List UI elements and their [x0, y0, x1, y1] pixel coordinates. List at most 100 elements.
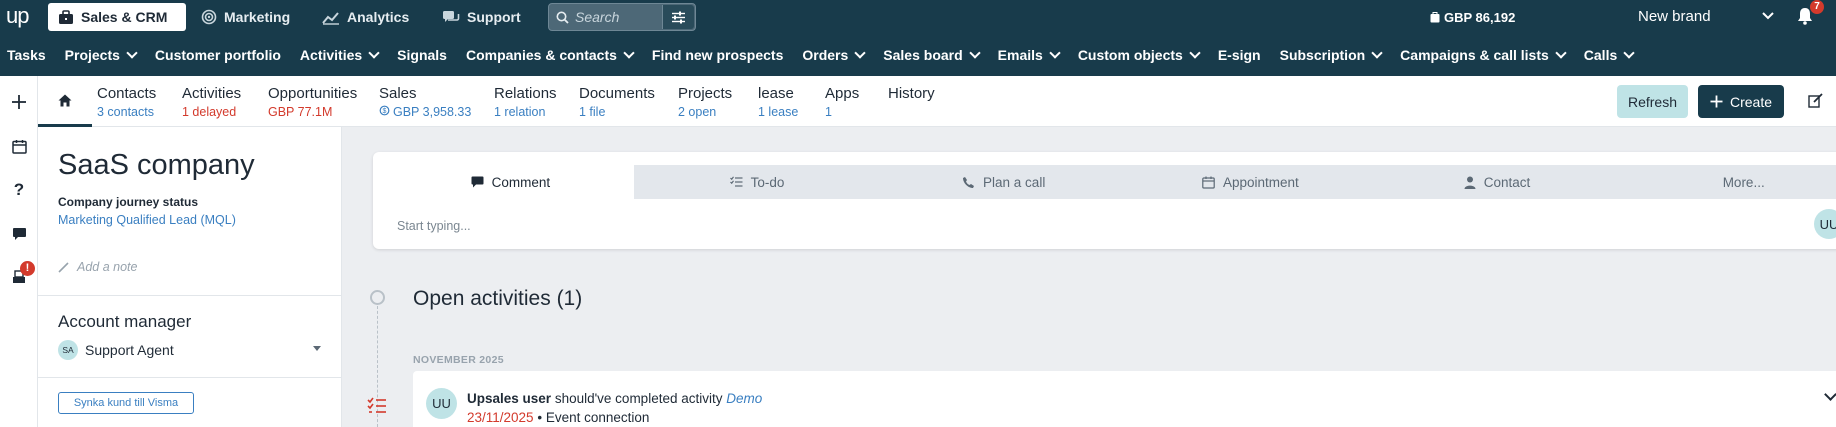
avatar: UU — [426, 388, 457, 419]
tab-lease[interactable]: lease 1 lease — [758, 85, 798, 119]
avatar: UU — [1814, 209, 1836, 239]
app-label: Marketing — [224, 9, 291, 25]
edit-icon[interactable] — [1808, 93, 1823, 108]
activity-meta: 23/11/2025 • Event connection — [467, 410, 649, 425]
account-manager-title: Account manager — [58, 312, 192, 331]
balance-display[interactable]: GBP 86,192 — [1430, 10, 1515, 25]
composer-tab-contact[interactable]: Contact — [1374, 165, 1621, 199]
nav-item-label: Tasks — [7, 47, 46, 63]
app-sales-crm[interactable]: Sales & CRM — [48, 3, 186, 31]
app-analytics[interactable]: Analytics — [312, 3, 419, 31]
composer-input[interactable]: Start typing... — [397, 219, 471, 233]
tab-relations[interactable]: Relations 1 relation — [494, 85, 557, 119]
nav-item-label: Campaigns & call lists — [1400, 47, 1549, 63]
comment-icon — [471, 176, 484, 188]
composer-tab-label: More... — [1722, 174, 1765, 190]
nav-item-tasks[interactable]: Tasks — [7, 47, 46, 63]
caret-down-icon[interactable] — [313, 346, 321, 351]
nav-item-sales-board[interactable]: Sales board — [883, 47, 981, 63]
filter-sliders-icon[interactable] — [662, 5, 694, 29]
tab-sub: GBP 77.1M — [268, 105, 333, 119]
tab-sales[interactable]: Sales $ GBP 3,958.33 — [379, 85, 471, 119]
composer-tab-plan-a-call[interactable]: Plan a call — [880, 165, 1127, 199]
nav-item-signals[interactable]: Signals — [397, 47, 447, 63]
nav-item-e-sign[interactable]: E-sign — [1218, 47, 1261, 63]
activity-link[interactable]: Demo — [726, 391, 762, 406]
app-logo[interactable]: up — [6, 3, 30, 29]
chevron-down-icon — [1623, 47, 1635, 59]
nav-item-emails[interactable]: Emails — [998, 47, 1061, 63]
nav-item-label: Signals — [397, 47, 447, 63]
nav-item-label: Custom objects — [1077, 47, 1183, 63]
nav-item-custom-objects[interactable]: Custom objects — [1077, 47, 1201, 63]
tab-contacts[interactable]: Contacts 3 contacts — [97, 85, 156, 119]
chevron-down-icon — [126, 47, 138, 59]
app-label: Sales & CRM — [81, 9, 168, 25]
nav-item-campaigns-call-lists[interactable]: Campaigns & call lists — [1400, 47, 1567, 63]
chevron-down-icon — [969, 47, 981, 59]
help-icon[interactable]: ? — [9, 180, 29, 200]
activity-summary: Upsales user should've completed activit… — [467, 391, 762, 406]
tab-home[interactable] — [38, 76, 92, 127]
tab-opportunities[interactable]: Opportunities GBP 77.1M — [268, 85, 357, 119]
object-tab-bar: Contacts 3 contacts Activities 1 delayed Opp… — [38, 76, 1836, 127]
journey-status-label: Company journey status — [58, 195, 199, 209]
nav-item-label: Sales board — [883, 47, 963, 63]
nav-item-calls[interactable]: Calls — [1584, 47, 1635, 63]
messages-icon[interactable] — [9, 224, 29, 244]
nav-item-label: Companies & contacts — [465, 47, 617, 63]
nav-item-activities[interactable]: Activities — [300, 47, 380, 63]
activity-user[interactable]: Upsales user — [467, 391, 551, 406]
tab-apps[interactable]: Apps 1 — [825, 85, 859, 119]
app-support[interactable]: Support — [432, 3, 531, 31]
nav-item-companies-contacts[interactable]: Companies & contacts — [465, 47, 635, 63]
tab-sub: 3 contacts — [97, 105, 154, 119]
nav-item-customer-portfolio[interactable]: Customer portfolio — [155, 47, 281, 63]
activity-composer: Comment To-do Plan a call Appointment Contac… — [373, 152, 1836, 249]
open-activities-title: Open activities (1) — [413, 287, 583, 310]
tab-sub: 1 file — [579, 105, 606, 119]
svg-text:$: $ — [383, 108, 387, 115]
refresh-button[interactable]: Refresh — [1617, 85, 1688, 118]
pencil-icon — [58, 261, 69, 273]
chat-icon — [443, 10, 460, 22]
person-icon — [1464, 176, 1476, 189]
nav-item-subscription[interactable]: Subscription — [1280, 47, 1383, 63]
nav-item-projects[interactable]: Projects — [65, 47, 138, 63]
tab-history[interactable]: History — [888, 85, 935, 102]
wallet-icon — [1430, 12, 1440, 23]
calendar-icon — [1202, 176, 1215, 189]
composer-tab-comment[interactable]: Comment — [387, 165, 634, 199]
plus-icon — [1710, 95, 1723, 108]
search-box[interactable]: Search — [548, 3, 696, 31]
tab-activities[interactable]: Activities 1 delayed — [182, 85, 241, 119]
account-manager-select[interactable]: SA Support Agent — [58, 340, 174, 360]
sync-visma-button[interactable]: Synka kund till Visma — [58, 392, 194, 414]
tab-documents[interactable]: Documents 1 file — [579, 85, 655, 119]
app-marketing[interactable]: Marketing — [191, 3, 300, 31]
composer-tab-to-do[interactable]: To-do — [634, 165, 881, 199]
tab-label: Projects — [678, 85, 733, 102]
tab-label: Contacts — [97, 85, 157, 102]
chevron-down-icon[interactable] — [1762, 12, 1774, 20]
account-manager-name: Support Agent — [85, 342, 174, 358]
nav-item-find-new-prospects[interactable]: Find new prospects — [652, 47, 783, 63]
calendar-icon[interactable] — [9, 136, 29, 156]
add-note[interactable]: Add a note — [58, 260, 137, 274]
create-button[interactable]: Create — [1698, 85, 1784, 118]
chevron-down-icon — [1049, 47, 1061, 59]
plus-icon[interactable] — [9, 92, 29, 112]
journey-status-value[interactable]: Marketing Qualified Lead (MQL) — [58, 213, 236, 227]
chevron-down-icon — [1371, 47, 1383, 59]
main-nav: Tasks Projects Customer portfolio Activitie… — [0, 34, 1836, 76]
composer-tab-more[interactable]: More... — [1620, 165, 1836, 199]
tab-subtitle: 1 file — [579, 105, 655, 119]
composer-tab-label: Appointment — [1222, 174, 1299, 190]
tab-label: Apps — [825, 85, 860, 102]
tab-projects[interactable]: Projects 2 open — [678, 85, 732, 119]
brand-selector[interactable]: New brand — [1638, 8, 1711, 25]
nav-item-orders[interactable]: Orders — [802, 47, 866, 63]
composer-tab-appointment[interactable]: Appointment — [1127, 165, 1374, 199]
tab-sub: 2 open — [678, 105, 717, 119]
search-input[interactable]: Search — [575, 9, 662, 25]
